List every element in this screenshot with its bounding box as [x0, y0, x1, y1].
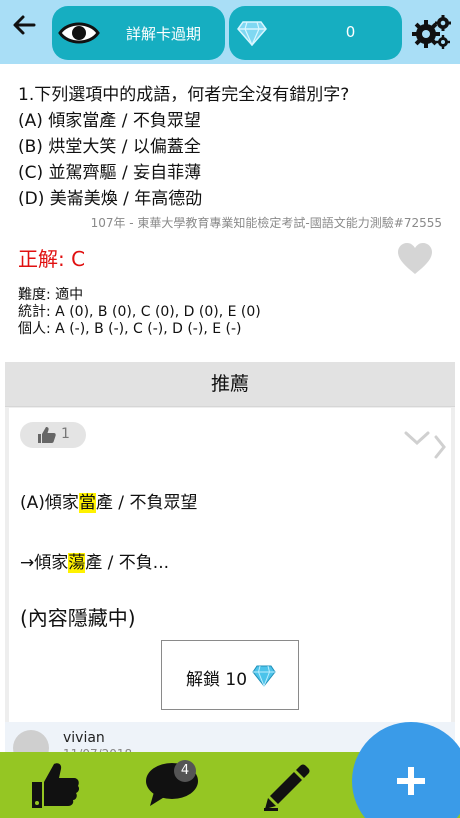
explanation-line-1: (A)傾家當產 / 不負眾望 [20, 488, 197, 513]
option-c: (C) 並駕齊驅 / 妄自菲薄 [18, 163, 202, 183]
line1-highlight: 當 [78, 493, 96, 513]
question-source[interactable]: 107年 - 東華大學教育專業知能檢定考試-國語文能力測驗#72555 [91, 214, 442, 231]
stats-block: 難度: 適中 統計: A (0), B (0), C (0), D (0), E… [18, 287, 261, 338]
statistics-row: 統計: A (0), B (0), C (0), D (0), E (0) [18, 304, 261, 321]
explanation-line-2: →傾家蕩產 / 不負... [20, 548, 169, 573]
personal-label: 個人: [18, 321, 51, 337]
personal-row: 個人: A (-), B (-), C (-), D (-), E (-) [18, 321, 261, 338]
arrow-left-icon[interactable] [10, 10, 40, 40]
eye-icon [58, 22, 100, 44]
thumbs-up-icon[interactable] [30, 760, 80, 810]
plus-icon [397, 767, 425, 795]
like-count: 1 [61, 426, 70, 442]
chat-count-badge: 4 [174, 760, 196, 782]
thumbs-up-icon [38, 427, 56, 443]
difficulty-row: 難度: 適中 [18, 287, 261, 304]
option-b: (B) 烘堂大笑 / 以偏蓋全 [18, 137, 201, 157]
question-text: 1.下列選項中的成語，何者完全沒有錯別字? [18, 85, 350, 105]
gears-icon[interactable] [412, 14, 452, 50]
hidden-content-note: (內容隱藏中) [20, 606, 136, 630]
personal-value: A (-), B (-), C (-), D (-), E (-) [55, 321, 242, 337]
unlock-label: 解鎖 10 [186, 670, 248, 690]
recommend-section: 推薦 1 (A)傾家當產 / 不負眾望 →傾家蕩產 / 不負... (內容隱藏中… [5, 362, 455, 752]
line2-suffix: 產 / 不負... [85, 553, 169, 573]
difficulty-value: 適中 [55, 287, 84, 303]
line1-prefix: (A)傾家 [20, 493, 79, 513]
line2-prefix: →傾家 [20, 553, 69, 573]
diamond-icon [252, 665, 276, 687]
unlock-button[interactable]: 解鎖 10 [161, 640, 299, 710]
detail-card-button[interactable]: 詳解卡過期 [52, 6, 225, 60]
like-count-pill[interactable]: 1 [20, 422, 86, 448]
heart-icon[interactable] [396, 242, 434, 276]
question-block: 1.下列選項中的成語，何者完全沒有錯別字? (A) 傾家當產 / 不負眾望 (B… [18, 82, 448, 212]
gem-count: 0 [345, 23, 356, 41]
option-a: (A) 傾家當產 / 不負眾望 [18, 111, 201, 131]
recommend-card: 1 (A)傾家當產 / 不負眾望 →傾家蕩產 / 不負... (內容隱藏中) 解… [9, 408, 451, 742]
chevron-right-icon[interactable] [433, 434, 447, 460]
statistics-label: 統計: [18, 304, 51, 320]
commenter-name: vivian [63, 730, 105, 746]
difficulty-label: 難度: [18, 287, 51, 303]
recommend-title: 推薦 [5, 362, 455, 407]
line2-highlight: 蕩 [68, 553, 86, 573]
top-header: 詳解卡過期 0 [0, 0, 460, 64]
correct-answer: 正解: C [18, 247, 86, 271]
pencil-icon[interactable] [262, 762, 312, 812]
line1-suffix: 產 / 不負眾望 [95, 493, 198, 513]
statistics-value: A (0), B (0), C (0), D (0), E (0) [55, 304, 261, 320]
option-d: (D) 美崙美煥 / 年高德劭 [18, 189, 203, 209]
diamond-icon [237, 21, 267, 46]
gem-balance[interactable]: 0 [229, 6, 402, 60]
chevron-down-icon[interactable] [403, 430, 431, 446]
detail-card-label: 詳解卡過期 [125, 25, 201, 43]
